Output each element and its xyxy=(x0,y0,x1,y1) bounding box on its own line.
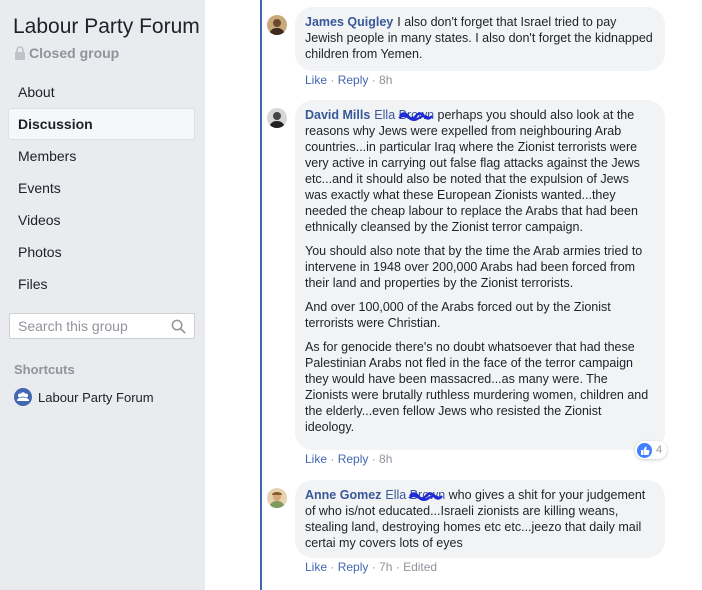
search-icon[interactable] xyxy=(171,319,186,334)
nav-item-events[interactable]: Events xyxy=(8,172,195,204)
reply-link[interactable]: Reply xyxy=(338,73,369,87)
nav-item-discussion[interactable]: Discussion xyxy=(8,108,195,140)
thumbs-up-icon xyxy=(637,442,652,458)
comment-timestamp[interactable]: 8h xyxy=(379,452,392,466)
group-icon xyxy=(14,388,32,406)
like-link[interactable]: Like xyxy=(305,560,327,574)
mention-link[interactable]: Ella Brown xyxy=(385,488,445,502)
redaction-scribble xyxy=(408,492,444,501)
nav-item-members[interactable]: Members xyxy=(8,140,195,172)
nav-item-photos[interactable]: Photos xyxy=(8,236,195,268)
comment-paragraph: As for genocide there's no doubt whatsoe… xyxy=(305,340,649,434)
shortcuts-heading: Shortcuts xyxy=(14,362,75,377)
comment-bubble: David Mills Ella Brown perhaps you should… xyxy=(295,100,665,450)
comment: David Mills Ella Brown perhaps you should… xyxy=(267,100,677,472)
like-link[interactable]: Like xyxy=(305,73,327,87)
reaction-count: 4 xyxy=(656,444,663,456)
lock-icon xyxy=(15,46,25,60)
avatar[interactable] xyxy=(267,488,287,508)
redaction-scribble xyxy=(398,112,434,121)
reply-link[interactable]: Reply xyxy=(338,560,369,574)
shortcut-item[interactable]: Labour Party Forum xyxy=(14,388,154,406)
comment-author[interactable]: James Quigley xyxy=(305,15,393,29)
comment-actions: Like · Reply · 7h · Edited xyxy=(305,560,438,574)
comment-text: perhaps you should also look at the reas… xyxy=(305,108,640,234)
comment-actions: Like · Reply · 8h xyxy=(305,73,393,87)
comment-timestamp[interactable]: 7h xyxy=(379,560,392,574)
group-search xyxy=(9,313,195,339)
reaction-summary[interactable]: 4 xyxy=(635,441,668,459)
group-sidebar: Labour Party Forum Closed group About Di… xyxy=(0,0,205,590)
mention-link[interactable]: Ella Brown xyxy=(374,108,434,122)
comment-bubble: Anne Gomez Ella Brown who gives a shit fo… xyxy=(295,480,665,558)
comment: Anne Gomez Ella Brown who gives a shit fo… xyxy=(267,480,677,580)
comment-author[interactable]: David Mills xyxy=(305,108,370,122)
comment-actions: Like · Reply · 8h xyxy=(305,452,393,466)
comment-author[interactable]: Anne Gomez xyxy=(305,488,381,502)
group-privacy: Closed group xyxy=(14,45,119,61)
comment: James Quigley I also don't forget that Is… xyxy=(267,7,677,92)
edited-label[interactable]: Edited xyxy=(403,560,437,574)
avatar[interactable] xyxy=(267,15,287,35)
avatar[interactable] xyxy=(267,108,287,128)
reply-thread-line xyxy=(260,0,262,590)
nav-item-about[interactable]: About xyxy=(8,76,195,108)
comment-bubble: James Quigley I also don't forget that Is… xyxy=(295,7,665,71)
group-privacy-label: Closed group xyxy=(29,45,120,61)
comment-paragraph: And over 100,000 of the Arabs forced out… xyxy=(305,300,611,330)
search-input[interactable] xyxy=(18,318,163,334)
group-title[interactable]: Labour Party Forum xyxy=(13,15,200,39)
comment-timestamp[interactable]: 8h xyxy=(379,73,392,87)
comment-paragraph: You should also note that by the time th… xyxy=(305,244,643,290)
nav-item-files[interactable]: Files xyxy=(8,268,195,300)
nav-item-videos[interactable]: Videos xyxy=(8,204,195,236)
group-nav: About Discussion Members Events Videos P… xyxy=(8,76,195,300)
like-link[interactable]: Like xyxy=(305,452,327,466)
shortcut-label: Labour Party Forum xyxy=(38,389,154,405)
comment-feed: James Quigley I also don't forget that Is… xyxy=(205,0,702,590)
reply-link[interactable]: Reply xyxy=(338,452,369,466)
